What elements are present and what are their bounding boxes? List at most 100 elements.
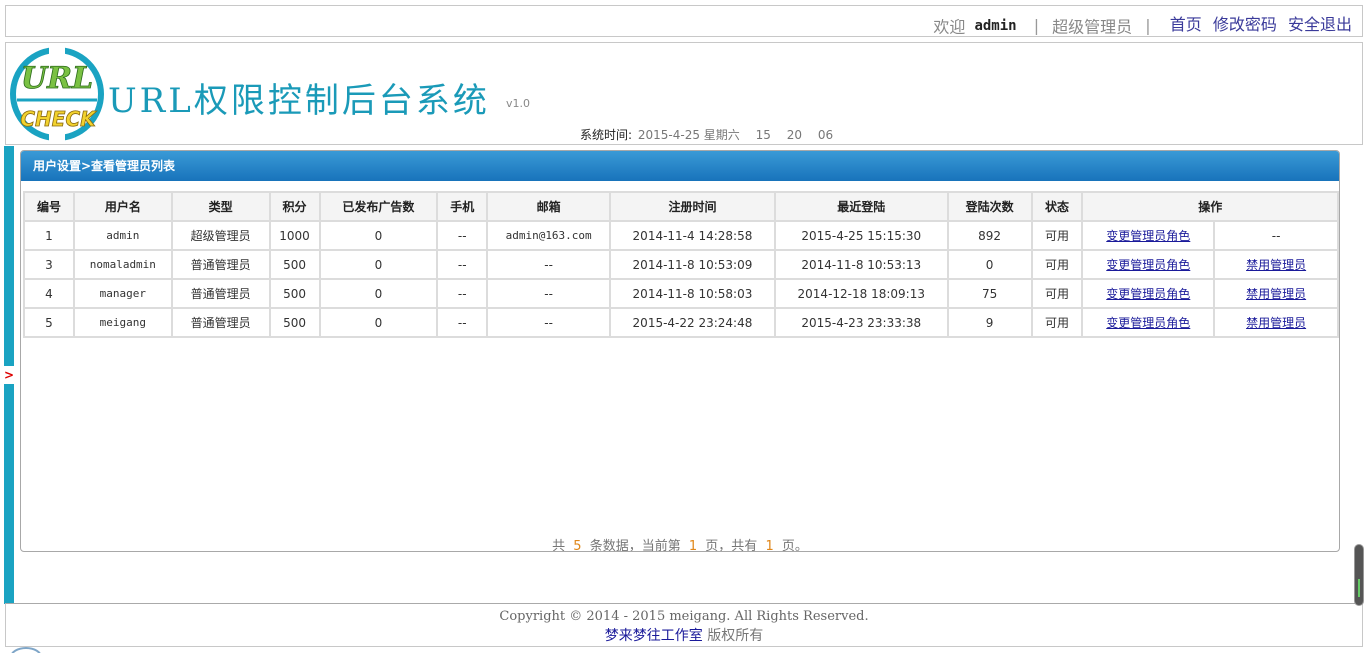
cell-login-count: 9: [946, 307, 1033, 338]
pager-suffix: 页。: [781, 539, 808, 552]
cell-username: admin: [72, 220, 173, 251]
system-version: v1.0: [506, 97, 531, 110]
admin-list-panel: 用户设置>查看管理员列表 编号 用户名 类型 积分 已发布广告数 手机 邮箱 注…: [20, 150, 1340, 552]
pager-total: 5: [573, 539, 582, 552]
table-row: 1 admin 超级管理员 1000 0 -- admin@163.com 20…: [23, 220, 1339, 251]
admin-table: 编号 用户名 类型 积分 已发布广告数 手机 邮箱 注册时间 最近登陆 登陆次数…: [23, 191, 1339, 338]
system-hour: 15: [755, 128, 771, 142]
cell-type: 普通管理员: [170, 307, 271, 338]
system-time: 系统时间: 2015-4-25 星期六 15 20 06: [580, 126, 833, 143]
system-title: URL权限控制后台系统: [108, 81, 490, 121]
pager-pages: 1: [765, 539, 774, 552]
column-header: 注册时间: [609, 191, 776, 222]
cell-email: admin@163.com: [486, 220, 612, 251]
disable-admin-link[interactable]: 禁用管理员: [1246, 287, 1306, 301]
cell-type: 普通管理员: [170, 249, 271, 280]
cell-type: 普通管理员: [170, 278, 271, 309]
cell-action: 变更管理员角色: [1081, 278, 1216, 309]
cell-action: 禁用管理员: [1213, 278, 1339, 309]
cell-points: 500: [268, 307, 321, 338]
cell-registered: 2015-4-22 23:24:48: [609, 307, 776, 338]
cell-last-login: 2015-4-23 23:33:38: [773, 307, 949, 338]
cell-login-count: 0: [946, 249, 1033, 280]
column-header: 编号: [23, 191, 75, 222]
sidebar-expand-button[interactable]: >: [3, 366, 15, 384]
column-header: 用户名: [72, 191, 173, 222]
cell-registered: 2014-11-8 10:58:03: [609, 278, 776, 309]
cell-action-empty: --: [1213, 220, 1339, 251]
cell-login-count: 892: [946, 220, 1033, 251]
corner-widget-icon: [10, 647, 42, 653]
cell-email: --: [486, 278, 612, 309]
logo-text-check: CHECK: [20, 107, 97, 131]
column-header: 已发布广告数: [318, 191, 439, 222]
cell-id: 1: [23, 220, 75, 251]
cell-type: 超级管理员: [170, 220, 271, 251]
cell-status: 可用: [1030, 249, 1084, 280]
studio-link[interactable]: 梦来梦往工作室: [605, 628, 703, 644]
current-role: 超级管理员: [1052, 17, 1133, 37]
cell-phone: --: [436, 307, 489, 338]
cell-phone: --: [436, 220, 489, 251]
change-role-link[interactable]: 变更管理员角色: [1106, 287, 1190, 301]
cell-registered: 2014-11-4 14:28:58: [609, 220, 776, 251]
cell-action: 变更管理员角色: [1081, 249, 1216, 280]
cell-ads: 0: [318, 278, 439, 309]
cell-status: 可用: [1030, 278, 1084, 309]
change-role-link[interactable]: 变更管理员角色: [1106, 229, 1190, 243]
cell-last-login: 2014-11-8 10:53:13: [773, 249, 949, 280]
column-header: 操作: [1081, 191, 1339, 222]
cell-ads: 0: [318, 249, 439, 280]
system-second: 06: [817, 128, 834, 142]
home-link[interactable]: 首页: [1170, 15, 1202, 34]
change-role-link[interactable]: 变更管理员角色: [1106, 316, 1190, 330]
column-header: 状态: [1030, 191, 1084, 222]
cell-action: 变更管理员角色: [1081, 307, 1216, 338]
cell-email: --: [486, 307, 612, 338]
column-header: 最近登陆: [773, 191, 949, 222]
cell-username: nomaladmin: [72, 249, 173, 280]
divider: |: [1033, 16, 1040, 35]
pagination-info: 共 5 条数据，当前第 1 页，共有 1 页。: [21, 535, 1339, 552]
cell-action: 禁用管理员: [1213, 249, 1339, 280]
cell-action: 变更管理员角色: [1081, 220, 1216, 251]
table-header-row: 编号 用户名 类型 积分 已发布广告数 手机 邮箱 注册时间 最近登陆 登陆次数…: [23, 191, 1339, 222]
cell-points: 500: [268, 249, 321, 280]
table-row: 3 nomaladmin 普通管理员 500 0 -- -- 2014-11-8…: [23, 249, 1339, 280]
cell-id: 3: [23, 249, 75, 280]
cell-id: 4: [23, 278, 75, 309]
cell-last-login: 2014-12-18 18:09:13: [773, 278, 949, 309]
column-header: 手机: [436, 191, 489, 222]
cell-action: 禁用管理员: [1213, 307, 1339, 338]
cell-points: 1000: [268, 220, 321, 251]
top-bar-links: 欢迎 admin | 超级管理员 | 首页 修改密码 安全退出: [933, 11, 1352, 38]
cell-phone: --: [436, 278, 489, 309]
cell-last-login: 2015-4-25 15:15:30: [773, 220, 949, 251]
logout-link[interactable]: 安全退出: [1288, 15, 1352, 34]
cell-registered: 2014-11-8 10:53:09: [609, 249, 776, 280]
change-role-link[interactable]: 变更管理员角色: [1106, 258, 1190, 272]
change-password-link[interactable]: 修改密码: [1213, 15, 1277, 34]
cell-ads: 0: [318, 220, 439, 251]
cell-login-count: 75: [946, 278, 1033, 309]
cell-points: 500: [268, 278, 321, 309]
column-header: 积分: [268, 191, 321, 222]
system-date: 2015-4-25 星期六: [637, 128, 740, 142]
disable-admin-link[interactable]: 禁用管理员: [1246, 316, 1306, 330]
column-header: 登陆次数: [946, 191, 1033, 222]
disable-admin-link[interactable]: 禁用管理员: [1246, 258, 1306, 272]
system-minute: 20: [786, 128, 803, 142]
panel-breadcrumb: 用户设置>查看管理员列表: [21, 151, 1339, 181]
divider: |: [1145, 16, 1151, 35]
scroll-handle[interactable]: [1354, 544, 1364, 606]
pager-mid1: 条数据，当前第: [589, 539, 681, 552]
table-row: 5 meigang 普通管理员 500 0 -- -- 2015-4-22 23…: [23, 307, 1339, 338]
current-username: admin: [974, 17, 1017, 34]
header: URL CHECK URL权限控制后台系统 v1.0 系统时间: 2015-4-…: [5, 42, 1363, 145]
cell-ads: 0: [318, 307, 439, 338]
pager-current: 1: [688, 539, 698, 552]
cell-username: manager: [72, 278, 173, 309]
cell-status: 可用: [1030, 307, 1084, 338]
url-check-logo: URL CHECK: [10, 46, 104, 142]
studio-line: 梦来梦往工作室 版权所有: [6, 625, 1362, 645]
